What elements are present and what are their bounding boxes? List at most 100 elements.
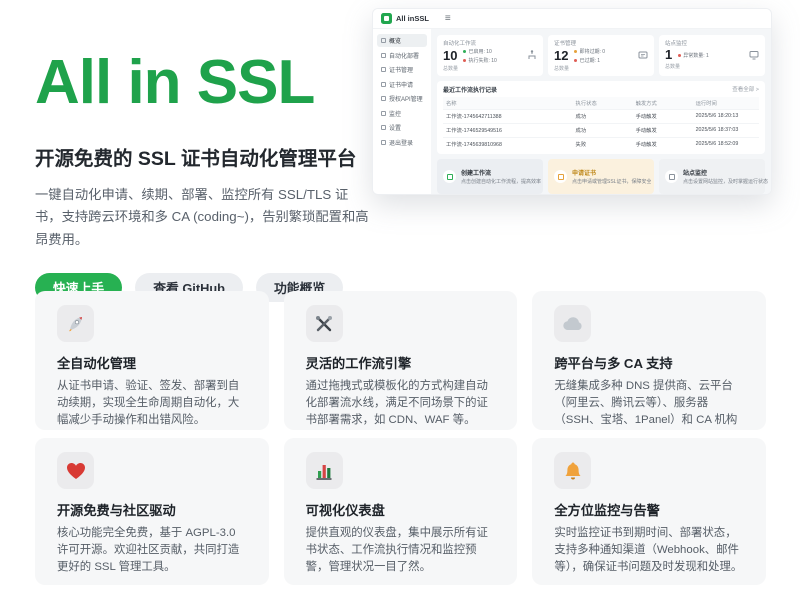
- document-icon: [381, 82, 386, 87]
- sidebar-item-overview: 概览: [377, 34, 427, 47]
- app-brand: All inSSL: [396, 14, 429, 23]
- feature-card-multi-ca: 跨平台与多 CA 支持 无缝集成多种 DNS 提供商、云平台（阿里云、腾讯云等）…: [532, 291, 766, 430]
- stat-value: 10: [443, 49, 457, 63]
- stat-sublabel: 总数量: [665, 63, 759, 70]
- preview-sidebar: 概览 自动化部署 证书管理 证书申请 授权API管理 监控 设置 退出登录: [373, 29, 431, 194]
- feature-description: 从证书申请、验证、签发、部署到自动续期，实现全生命周期自动化，大幅减少手动操作和…: [57, 378, 247, 429]
- action-title: 申请证书: [572, 168, 651, 177]
- gear-icon: [381, 125, 386, 130]
- certificate-icon: [638, 50, 648, 60]
- site-monitor-card: 站点监控 点击设置网站监控，及时掌握运行状态: [659, 159, 765, 194]
- action-desc: 点击创建自动化工作流程，提高效率: [461, 178, 541, 185]
- stat-card-monitor: 站点监控 1 异常数量: 1 总数量: [659, 35, 765, 76]
- feature-title: 跨平台与多 CA 支持: [554, 353, 744, 372]
- monitor-icon: [749, 50, 759, 60]
- stats-row: 自动化工作流 10 已启用: 10 执行失败: 10 总数量 证书管理: [437, 35, 765, 76]
- sidebar-item-label: 授权API管理: [389, 94, 423, 103]
- certificate-icon: [381, 67, 386, 72]
- stat-value: 12: [554, 49, 568, 63]
- sidebar-item-label: 证书管理: [389, 65, 413, 74]
- workflow-runs-table: 名称 执行状态 触发方式 运行时间 工作流-1745642711388 成功 手…: [443, 97, 759, 152]
- create-workflow-card: 创建工作流 点击创建自动化工作流程，提高效率: [437, 159, 543, 194]
- table-row: 工作流-1745642711388 成功 手动触发 2025/5/6 18:20…: [443, 109, 759, 123]
- bell-icon: [554, 452, 591, 489]
- feature-card-automation: 全自动化管理 从证书申请、验证、签发、部署到自动续期，实现全生命周期自动化，大幅…: [35, 291, 269, 430]
- legend-label: 执行失败: 10: [468, 57, 496, 64]
- feature-description: 无缝集成多种 DNS 提供商、云平台（阿里云、腾讯云等）、服务器（SSH、宝塔、…: [554, 378, 744, 430]
- home-icon: [381, 38, 386, 43]
- sidebar-item-api-auth: 授权API管理: [377, 92, 427, 105]
- col-trigger: 触发方式: [633, 97, 693, 110]
- stat-value: 1: [665, 48, 672, 62]
- sidebar-item-label: 概览: [389, 36, 401, 45]
- certificate-icon: [554, 170, 567, 183]
- tools-icon: [306, 305, 343, 342]
- monitor-icon: [665, 170, 678, 183]
- sidebar-item-label: 退出登录: [389, 138, 413, 147]
- feature-title: 可视化仪表盘: [306, 500, 496, 519]
- green-dot-icon: [463, 50, 466, 53]
- feature-title: 开源免费与社区驱动: [57, 500, 247, 519]
- red-dot-icon: [574, 59, 577, 62]
- stat-label: 站点监控: [665, 39, 759, 47]
- stat-label: 证书管理: [554, 39, 648, 47]
- feature-title: 全方位监控与告警: [554, 500, 744, 519]
- action-title: 创建工作流: [461, 168, 541, 177]
- workflow-icon: [381, 53, 386, 58]
- feature-description: 实时监控证书到期时间、部署状态，支持多种通知渠道（Webhook、邮件等），确保…: [554, 525, 744, 576]
- feature-card-open-source: 开源免费与社区驱动 核心功能完全免费，基于 AGPL-3.0 许可开源。欢迎社区…: [35, 438, 269, 585]
- hero-section: All in SSL 开源免费的 SSL 证书自动化管理平台 一键自动化申请、续…: [35, 52, 380, 302]
- action-desc: 点击设置网站监控，及时掌握运行状态: [683, 178, 768, 185]
- recent-runs-card: 最近工作流执行记录 查看全部 > 名称 执行状态 触发方式 运行时间: [437, 81, 765, 155]
- sidebar-item-logout: 退出登录: [377, 136, 427, 149]
- feature-title: 全自动化管理: [57, 353, 247, 372]
- rocket-icon: [57, 305, 94, 342]
- stat-sublabel: 总数量: [443, 65, 537, 72]
- legend-label: 即将过期: 0: [579, 48, 605, 55]
- quick-actions-row: 创建工作流 点击创建自动化工作流程，提高效率 申请证书 点击申请或管理SSL证书…: [437, 159, 765, 194]
- feature-card-monitoring-alerts: 全方位监控与告警 实时监控证书到期时间、部署状态，支持多种通知渠道（Webhoo…: [532, 438, 766, 585]
- sidebar-item-label: 监控: [389, 109, 401, 118]
- heart-icon: [57, 452, 94, 489]
- workflow-icon: [443, 170, 456, 183]
- cloud-icon: [554, 305, 591, 342]
- logout-icon: [381, 140, 386, 145]
- legend-label: 已启用: 10: [468, 48, 491, 55]
- view-all-link: 查看全部 >: [732, 85, 759, 93]
- app-logo-icon: [381, 13, 392, 24]
- orange-dot-icon: [574, 50, 577, 53]
- action-title: 站点监控: [683, 168, 768, 177]
- col-status: 执行状态: [573, 97, 633, 110]
- red-dot-icon: [463, 59, 466, 62]
- features-grid: 全自动化管理 从证书申请、验证、签发、部署到自动续期，实现全生命周期自动化，大幅…: [35, 291, 766, 585]
- preview-main: 自动化工作流 10 已启用: 10 执行失败: 10 总数量 证书管理: [431, 29, 771, 194]
- feature-description: 通过拖拽式或模板化的方式构建自动化部署流水线，满足不同场景下的证书部署需求，如 …: [306, 378, 496, 429]
- feature-title: 灵活的工作流引擎: [306, 353, 496, 372]
- sidebar-item-settings: 设置: [377, 121, 427, 134]
- key-icon: [381, 96, 386, 101]
- hero-subtitle: 开源免费的 SSL 证书自动化管理平台: [35, 142, 380, 171]
- sidebar-item-cert-apply: 证书申请: [377, 78, 427, 91]
- sidebar-item-label: 设置: [389, 123, 401, 132]
- table-row: 工作流-1745639810968 失败 手动触发 2025/5/6 18:52…: [443, 137, 759, 151]
- action-desc: 点击申请或管理SSL证书，保障安全: [572, 178, 651, 185]
- hamburger-menu-icon: ≡: [445, 14, 451, 24]
- stat-card-certificates: 证书管理 12 即将过期: 0 已过期: 1 总数量: [548, 35, 654, 76]
- preview-body: 概览 自动化部署 证书管理 证书申请 授权API管理 监控 设置 退出登录 自动…: [373, 29, 771, 194]
- sidebar-item-monitor: 监控: [377, 107, 427, 120]
- feature-description: 核心功能完全免费，基于 AGPL-3.0 许可开源。欢迎社区贡献，共同打造更好的…: [57, 525, 247, 576]
- col-name: 名称: [443, 97, 573, 110]
- workflow-icon: [527, 50, 537, 60]
- table-header-row: 名称 执行状态 触发方式 运行时间: [443, 97, 759, 110]
- bar-chart-icon: [306, 452, 343, 489]
- stat-sublabel: 总数量: [554, 65, 648, 72]
- table-row: 工作流-1746529549516 成功 手动触发 2025/5/6 18:37…: [443, 123, 759, 137]
- monitor-icon: [381, 111, 386, 116]
- page-root: { "colors": { "accent_green": "#1fa24b",…: [0, 0, 800, 596]
- apply-certificate-card: 申请证书 点击申请或管理SSL证书，保障安全: [548, 159, 654, 194]
- stat-card-workflows: 自动化工作流 10 已启用: 10 执行失败: 10 总数量: [437, 35, 543, 76]
- sidebar-item-deploy: 自动化部署: [377, 49, 427, 62]
- table-title: 最近工作流执行记录: [443, 85, 497, 94]
- legend-label: 已过期: 1: [579, 57, 600, 64]
- page-title: All in SSL: [35, 52, 380, 114]
